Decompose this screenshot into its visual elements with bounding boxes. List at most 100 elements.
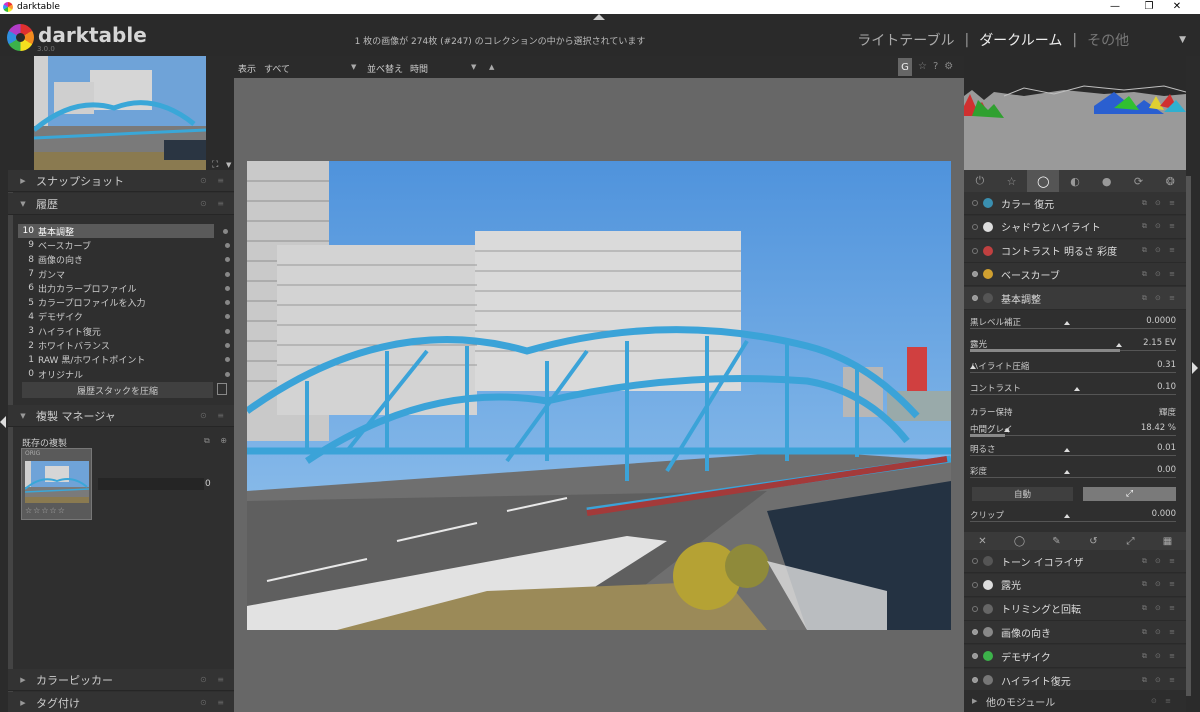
module-controls-icon[interactable]: ⊙ ≡	[200, 675, 228, 684]
power-group-icon[interactable]: ⏻	[964, 170, 996, 192]
duplicate-actions-icon[interactable]: ⧉ ⊕	[204, 436, 231, 446]
right-panel-toggle-icon[interactable]	[1192, 362, 1198, 374]
param-slider[interactable]: 彩度 0.00	[970, 463, 1176, 485]
module-row[interactable]: 露光 ⧉ ⊙ ≡	[964, 573, 1186, 597]
sort-select[interactable]: 時間	[410, 62, 428, 75]
param-value[interactable]: 0.0000	[1146, 316, 1176, 326]
module-row[interactable]: ハイライト復元 ⧉ ⊙ ≡	[964, 669, 1186, 692]
param-value[interactable]: 0.01	[1157, 443, 1176, 453]
history-header[interactable]: ▼ 履歴 ⊙ ≡	[8, 193, 234, 215]
power-toggle-icon[interactable]	[972, 558, 978, 564]
module-controls-icon[interactable]: ⧉ ⊙ ≡	[1142, 246, 1178, 255]
view-other[interactable]: その他	[1087, 30, 1129, 50]
module-controls-icon[interactable]: ⊙ ≡	[200, 411, 228, 420]
param-slider[interactable]: 黒レベル補正 0.0000	[970, 314, 1176, 336]
module-controls-icon[interactable]: ⊙ ≡	[1151, 697, 1174, 705]
slider-track[interactable]	[970, 477, 1176, 478]
history-item[interactable]: 9 ベースカーブ	[18, 238, 230, 252]
power-toggle-icon[interactable]	[972, 295, 978, 302]
power-toggle-icon[interactable]	[972, 629, 978, 636]
snapshots-header[interactable]: ▶ スナップショット ⊙ ≡	[8, 170, 234, 192]
module-controls-icon[interactable]: ⧉ ⊙ ≡	[1142, 652, 1178, 661]
param-value[interactable]: 0.31	[1157, 360, 1176, 370]
module-row[interactable]: 画像の向き ⧉ ⊙ ≡	[964, 621, 1186, 645]
module-controls-icon[interactable]: ⧉ ⊙ ≡	[1142, 604, 1178, 613]
histogram[interactable]	[964, 56, 1186, 170]
slider-track[interactable]	[970, 521, 1176, 522]
module-row[interactable]: 基本調整 ⧉ ⊙ ≡	[964, 287, 1186, 311]
slider-marker-icon[interactable]	[1074, 387, 1080, 391]
display-dropdown-icon[interactable]: ▼	[351, 63, 356, 71]
module-row[interactable]: トリミングと回転 ⧉ ⊙ ≡	[964, 597, 1186, 621]
module-controls-icon[interactable]: ⊙ ≡	[200, 176, 228, 185]
module-controls-icon[interactable]: ⧉ ⊙ ≡	[1142, 580, 1178, 589]
param-slider[interactable]: クリップ 0.000	[970, 507, 1176, 529]
slider-track[interactable]	[970, 328, 1176, 329]
blend-drawn-icon[interactable]: ✎	[1038, 532, 1075, 550]
fullscreen-icon[interactable]: ⛶	[212, 160, 218, 170]
param-value[interactable]: 0.10	[1157, 382, 1176, 392]
help-icon[interactable]: ?	[933, 61, 944, 72]
history-item[interactable]: 10 基本調整	[18, 224, 228, 239]
color-group-icon[interactable]: ●	[1091, 170, 1123, 192]
auto-button[interactable]: 自動	[972, 487, 1073, 501]
slider-marker-icon[interactable]	[1116, 343, 1122, 347]
view-lighttable[interactable]: ライトテーブル	[857, 30, 954, 50]
slider-marker-icon[interactable]	[1064, 514, 1070, 518]
history-item[interactable]: 6 出力カラープロファイル	[18, 281, 230, 295]
param-value[interactable]: 2.15 EV	[1143, 338, 1176, 348]
param-value[interactable]: 0.00	[1157, 465, 1176, 475]
preserve-colors-value[interactable]: 輝度	[1159, 406, 1176, 418]
effect-group-icon[interactable]: ❂	[1154, 170, 1186, 192]
module-row[interactable]: トーン イコライザ ⧉ ⊙ ≡	[964, 550, 1186, 573]
slider-marker-icon[interactable]	[1064, 470, 1070, 474]
history-item[interactable]: 2 ホワイトバランス	[18, 338, 230, 352]
module-row[interactable]: ベースカーブ ⧉ ⊙ ≡	[964, 263, 1186, 287]
module-controls-icon[interactable]: ⊙ ≡	[200, 698, 228, 707]
blend-drawn-parametric-icon[interactable]: ⤢	[1112, 532, 1149, 550]
module-controls-icon[interactable]: ⧉ ⊙ ≡	[1142, 294, 1178, 303]
param-slider[interactable]: ハイライト圧縮 0.31	[970, 358, 1176, 380]
history-item[interactable]: 0 オリジナル	[18, 367, 230, 381]
module-controls-icon[interactable]: ⧉ ⊙ ≡	[1142, 199, 1178, 208]
preserve-colors-row[interactable]: カラー保持 輝度	[970, 404, 1176, 426]
blend-raster-icon[interactable]: ▦	[1149, 532, 1186, 550]
power-toggle-icon[interactable]	[972, 605, 978, 612]
slider-marker-icon[interactable]	[1064, 448, 1070, 452]
display-filter-select[interactable]: すべて	[264, 62, 290, 75]
compress-history-button[interactable]: 履歴スタックを圧縮	[22, 382, 213, 398]
power-toggle-icon[interactable]	[972, 247, 978, 254]
history-item[interactable]: 1 RAW 黒/ホワイトポイント	[18, 353, 230, 367]
duplicate-slider[interactable]	[98, 478, 204, 490]
duplicate-manager-header[interactable]: ▼ 複製 マネージャ ⊙ ≡	[8, 405, 234, 427]
power-toggle-icon[interactable]	[972, 581, 978, 588]
module-controls-icon[interactable]: ⧉ ⊙ ≡	[1142, 628, 1178, 637]
param-slider[interactable]: 明るさ 0.01	[970, 441, 1176, 463]
history-item[interactable]: 5 カラープロファイルを入力	[18, 295, 230, 309]
slider-track[interactable]	[970, 394, 1176, 395]
other-modules-header[interactable]: ▶ 他のモジュール ⊙ ≡	[964, 690, 1186, 712]
sort-dropdown-icon[interactable]: ▼	[471, 63, 476, 71]
power-toggle-icon[interactable]	[972, 653, 978, 660]
param-slider[interactable]: 露光 2.15 EV	[970, 336, 1176, 358]
tagging-header[interactable]: ▶ タグ付け ⊙ ≡	[8, 692, 234, 712]
sort-direction-icon[interactable]: ▲	[489, 63, 494, 71]
correct-group-icon[interactable]: ⟳	[1123, 170, 1155, 192]
edited-photo[interactable]	[247, 161, 951, 630]
color-picker-header[interactable]: ▶ カラーピッカー ⊙ ≡	[8, 669, 234, 691]
compress-stack-icon[interactable]	[217, 383, 227, 395]
module-controls-icon[interactable]: ⧉ ⊙ ≡	[1142, 270, 1178, 279]
top-panel-toggle-icon[interactable]	[593, 14, 605, 20]
module-controls-icon[interactable]: ⊙ ≡	[200, 199, 228, 208]
power-toggle-icon[interactable]	[972, 223, 978, 230]
history-item[interactable]: 8 画像の向き	[18, 253, 230, 267]
module-controls-icon[interactable]: ⧉ ⊙ ≡	[1142, 222, 1178, 231]
slider-marker-icon[interactable]	[1004, 428, 1010, 432]
duplicate-thumbnail[interactable]: ORIG ☆☆☆☆☆	[21, 448, 92, 520]
slider-track[interactable]	[970, 455, 1176, 456]
grouping-button[interactable]: G	[898, 58, 912, 76]
close-button[interactable]: ✕	[1154, 0, 1200, 14]
module-controls-icon[interactable]: ⧉ ⊙ ≡	[1142, 557, 1178, 566]
power-toggle-icon[interactable]	[972, 200, 978, 206]
param-value[interactable]: 0.000	[1152, 509, 1176, 519]
